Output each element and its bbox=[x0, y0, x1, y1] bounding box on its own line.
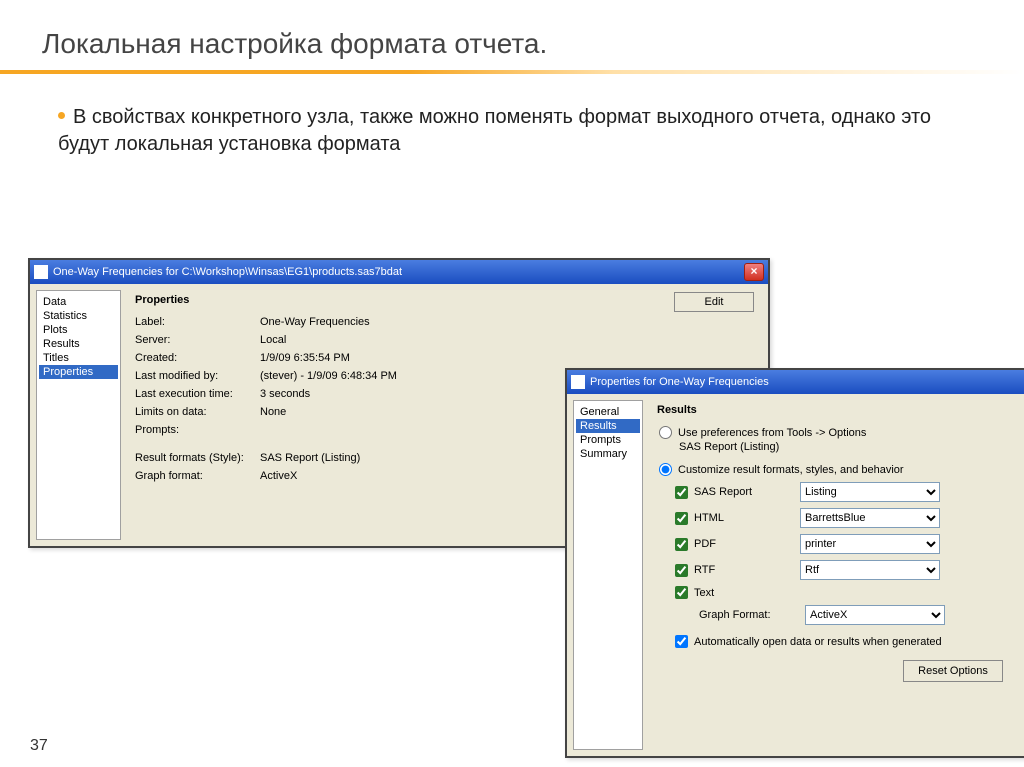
panel-heading: Properties bbox=[135, 294, 754, 306]
format-row: HTML BarrettsBlue bbox=[675, 508, 1011, 528]
auto-open-checkbox[interactable] bbox=[675, 635, 688, 648]
titlebar[interactable]: Properties for One-Way Frequencies bbox=[567, 370, 1024, 394]
radio-input[interactable] bbox=[659, 463, 672, 476]
property-label: Last modified by: bbox=[135, 370, 260, 382]
format-row: PDF printer bbox=[675, 534, 1011, 554]
property-value: Local bbox=[260, 334, 754, 346]
edit-button[interactable]: Edit bbox=[674, 292, 754, 312]
format-checkbox[interactable] bbox=[675, 486, 688, 499]
property-label: Limits on data: bbox=[135, 406, 260, 418]
format-checkbox[interactable] bbox=[675, 586, 688, 599]
sidebar-item[interactable]: Plots bbox=[39, 323, 118, 337]
accent-bar bbox=[0, 70, 1024, 74]
property-value: 1/9/09 6:35:54 PM bbox=[260, 352, 754, 364]
format-checkbox[interactable] bbox=[675, 512, 688, 525]
slide-title: Локальная настройка формата отчета. bbox=[0, 0, 1024, 60]
close-icon[interactable]: × bbox=[744, 263, 764, 281]
property-label: Prompts: bbox=[135, 424, 260, 436]
sidebar-item[interactable]: Prompts bbox=[576, 433, 640, 447]
property-label: Label: bbox=[135, 316, 260, 328]
graph-format-select[interactable]: ActiveX bbox=[805, 605, 945, 625]
property-label: Created: bbox=[135, 352, 260, 364]
sidebar-item[interactable]: Data bbox=[39, 295, 118, 309]
format-row: SAS Report Listing bbox=[675, 482, 1011, 502]
titlebar[interactable]: One-Way Frequencies for C:\Workshop\Wins… bbox=[30, 260, 768, 284]
window-title: One-Way Frequencies for C:\Workshop\Wins… bbox=[53, 266, 744, 278]
radio-input[interactable] bbox=[659, 426, 672, 439]
reset-options-button[interactable]: Reset Options bbox=[903, 660, 1003, 682]
sidebar-item[interactable]: Summary bbox=[576, 447, 640, 461]
radio-sublabel: SAS Report (Listing) bbox=[679, 441, 1011, 453]
radio-label: Use preferences from Tools -> Options bbox=[678, 427, 866, 439]
property-label: Graph format: bbox=[135, 470, 260, 482]
page-number: 37 bbox=[30, 737, 48, 755]
format-row: Text bbox=[675, 586, 1011, 599]
auto-open-label: Automatically open data or results when … bbox=[694, 636, 942, 648]
window-title: Properties for One-Way Frequencies bbox=[590, 376, 1021, 388]
sidebar-item[interactable]: Titles bbox=[39, 351, 118, 365]
property-row: Created:1/9/09 6:35:54 PM bbox=[135, 352, 754, 364]
format-label: HTML bbox=[694, 512, 794, 524]
format-label: RTF bbox=[694, 564, 794, 576]
format-style-select[interactable]: Rtf bbox=[800, 560, 940, 580]
graph-format-label: Graph Format: bbox=[699, 609, 799, 621]
sidebar-item[interactable]: Properties bbox=[39, 365, 118, 379]
sidebar-item[interactable]: Statistics bbox=[39, 309, 118, 323]
bullet-content: В свойствах конкретного узла, также можн… bbox=[58, 106, 931, 155]
graph-format-row: Graph Format: ActiveX bbox=[675, 605, 1011, 625]
format-checkbox[interactable] bbox=[675, 538, 688, 551]
property-label: Result formats (Style): bbox=[135, 452, 260, 464]
format-label: PDF bbox=[694, 538, 794, 550]
sidebar: GeneralResultsPromptsSummary bbox=[573, 400, 643, 750]
format-label: SAS Report bbox=[694, 486, 794, 498]
sidebar-item[interactable]: Results bbox=[576, 419, 640, 433]
bullet-dot-icon bbox=[58, 112, 65, 119]
radio-label: Customize result formats, styles, and be… bbox=[678, 464, 904, 476]
format-row: RTF Rtf bbox=[675, 560, 1011, 580]
format-style-select[interactable]: printer bbox=[800, 534, 940, 554]
radio-customize[interactable]: Customize result formats, styles, and be… bbox=[659, 463, 1011, 476]
app-icon bbox=[571, 375, 585, 389]
main-panel: Results Use preferences from Tools -> Op… bbox=[649, 400, 1019, 750]
property-row: Server:Local bbox=[135, 334, 754, 346]
format-label: Text bbox=[694, 587, 794, 599]
bullet-text: В свойствах конкретного узла, также можн… bbox=[0, 104, 1024, 178]
app-icon bbox=[34, 265, 48, 279]
sidebar-item[interactable]: General bbox=[576, 405, 640, 419]
sidebar: DataStatisticsPlotsResultsTitlesProperti… bbox=[36, 290, 121, 540]
auto-open-row[interactable]: Automatically open data or results when … bbox=[675, 635, 1011, 648]
window-properties-results: Properties for One-Way Frequencies Gener… bbox=[565, 368, 1024, 758]
format-style-select[interactable]: Listing bbox=[800, 482, 940, 502]
property-row: Label:One-Way Frequencies bbox=[135, 316, 754, 328]
panel-heading: Results bbox=[657, 404, 1011, 416]
sidebar-item[interactable]: Results bbox=[39, 337, 118, 351]
format-style-select[interactable]: BarrettsBlue bbox=[800, 508, 940, 528]
format-checkbox[interactable] bbox=[675, 564, 688, 577]
radio-use-prefs[interactable]: Use preferences from Tools -> Options bbox=[659, 426, 1011, 439]
property-label: Server: bbox=[135, 334, 260, 346]
property-label: Last execution time: bbox=[135, 388, 260, 400]
property-value: One-Way Frequencies bbox=[260, 316, 754, 328]
